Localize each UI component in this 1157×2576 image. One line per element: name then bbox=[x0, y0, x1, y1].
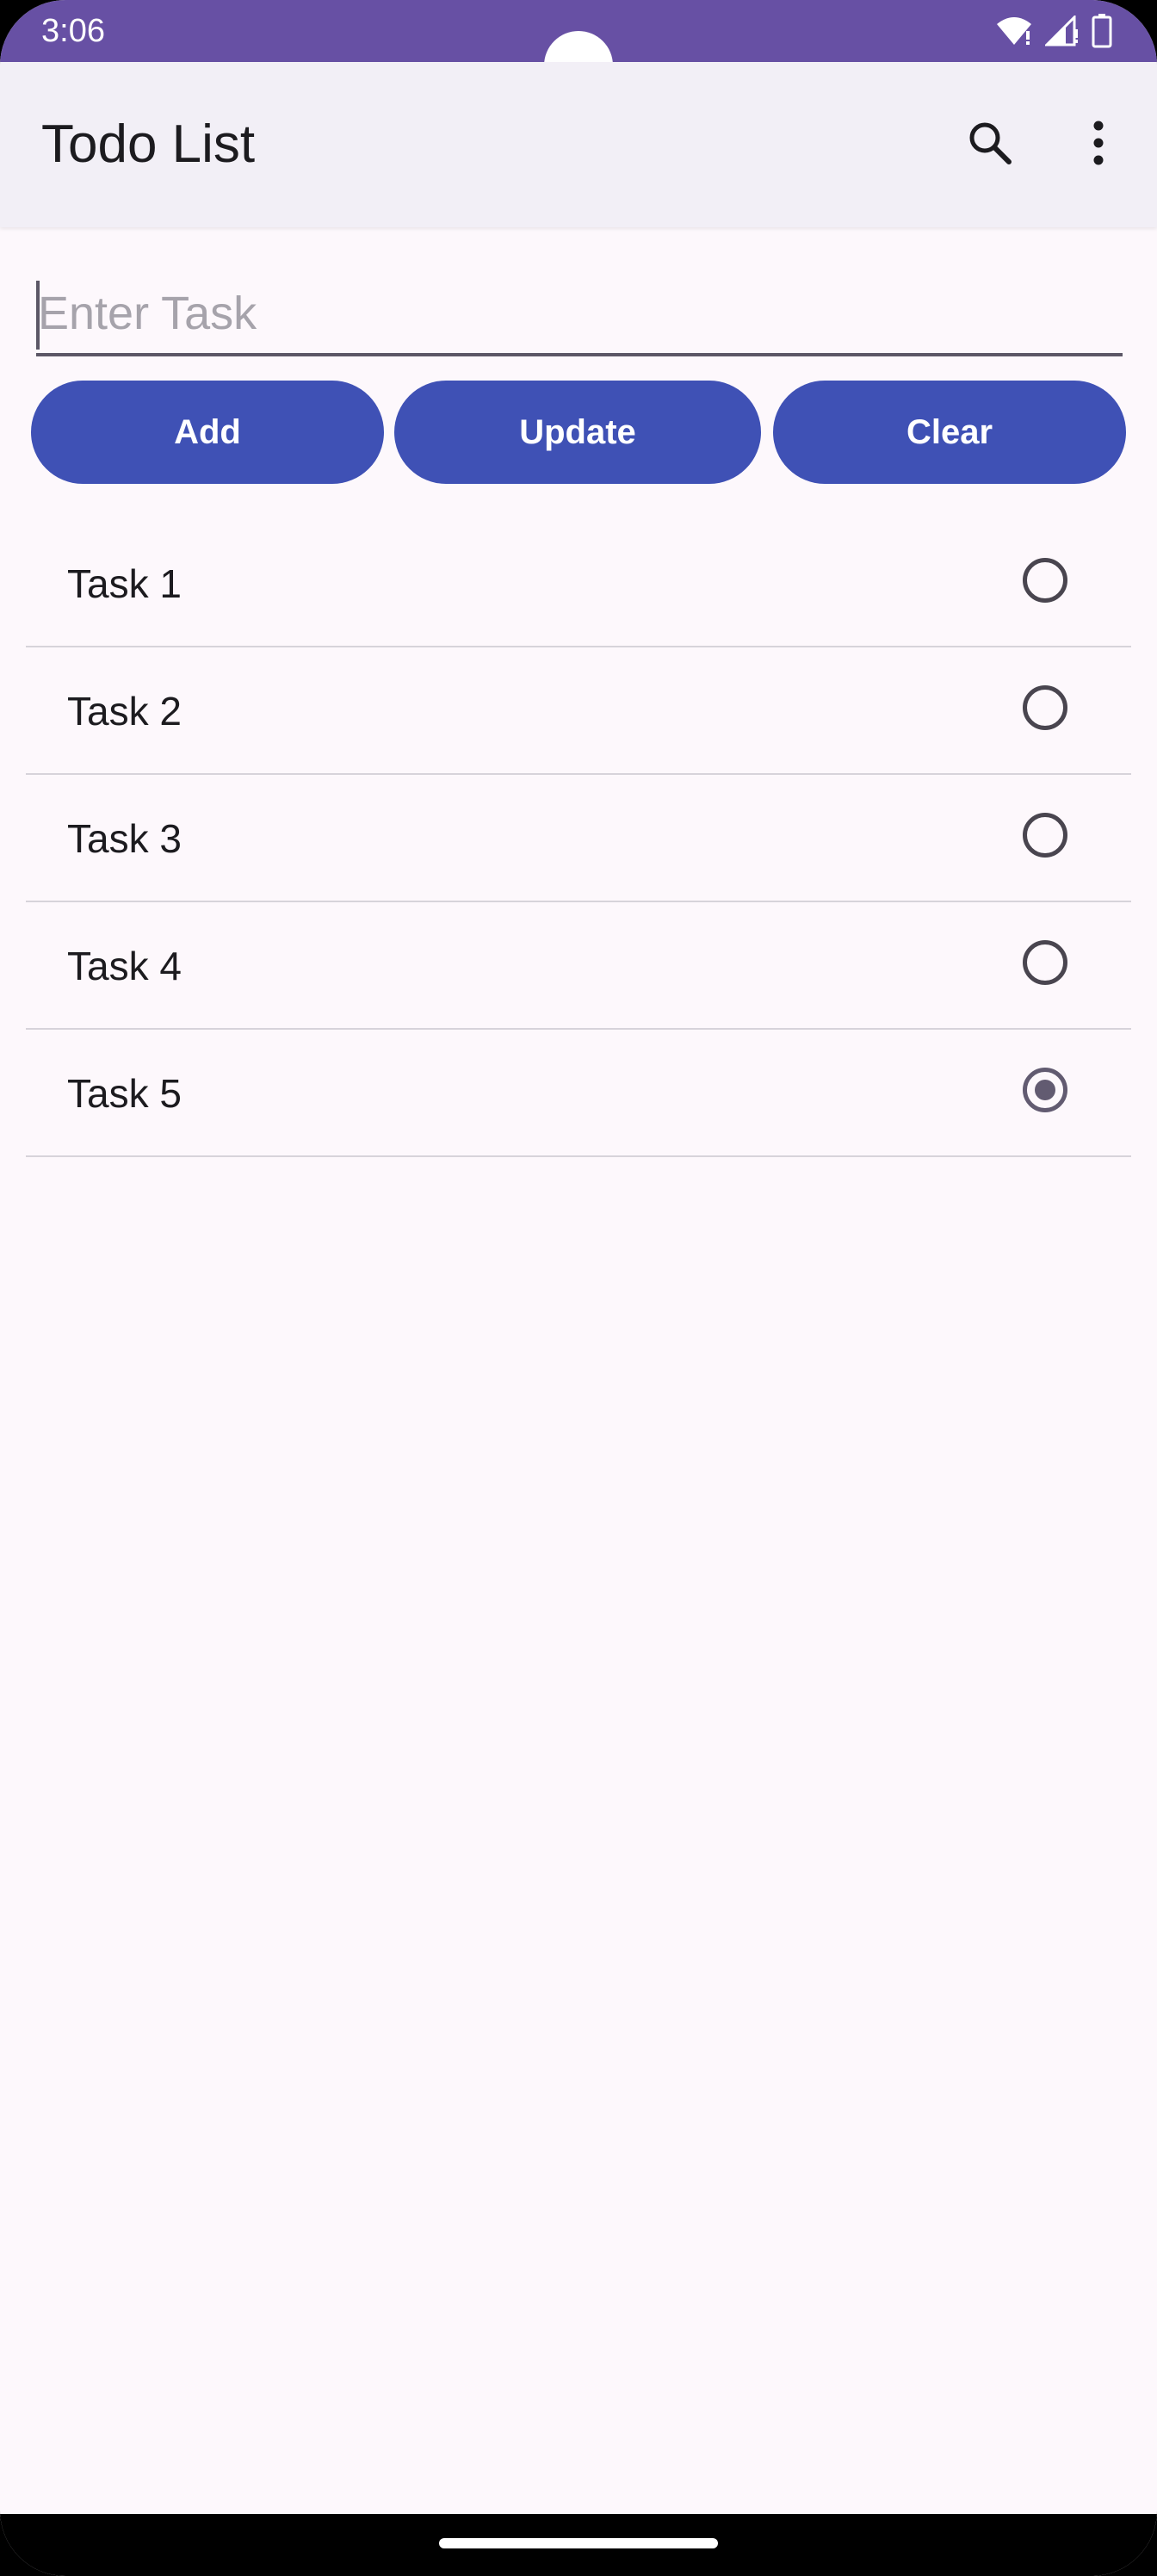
search-button[interactable] bbox=[952, 107, 1028, 183]
task-input-container bbox=[36, 274, 1123, 356]
list-item[interactable]: Task 5 bbox=[26, 1030, 1131, 1157]
list-item[interactable]: Task 2 bbox=[26, 647, 1131, 775]
update-button[interactable]: Update bbox=[394, 381, 761, 484]
task-label: Task 5 bbox=[67, 1071, 182, 1116]
page-title: Todo List bbox=[41, 115, 256, 174]
text-cursor bbox=[36, 281, 40, 350]
battery-icon bbox=[1092, 14, 1112, 48]
list-item[interactable]: Task 4 bbox=[26, 902, 1131, 1030]
task-label: Task 2 bbox=[67, 689, 182, 734]
phone-screen: 3:06 Todo List Enter Task Add Update Cle… bbox=[0, 0, 1157, 2576]
app-bar: Todo List bbox=[0, 62, 1157, 227]
list-item[interactable]: Task 3 bbox=[26, 775, 1131, 902]
radio-button-selected[interactable] bbox=[1023, 1068, 1067, 1112]
task-label: Task 3 bbox=[67, 816, 182, 861]
status-bar: 3:06 bbox=[0, 0, 1157, 100]
status-time: 3:06 bbox=[41, 13, 105, 49]
clear-button[interactable]: Clear bbox=[773, 381, 1126, 484]
list-item[interactable]: Task 1 bbox=[26, 520, 1131, 647]
status-icons bbox=[995, 12, 1112, 50]
search-icon bbox=[966, 119, 1014, 171]
task-label: Task 4 bbox=[67, 944, 182, 988]
more-vert-icon bbox=[1092, 119, 1105, 171]
radio-button[interactable] bbox=[1023, 685, 1067, 730]
radio-button[interactable] bbox=[1023, 940, 1067, 985]
task-list: Task 1 Task 2 Task 3 Task 4 Task 5 bbox=[26, 520, 1131, 1157]
add-button[interactable]: Add bbox=[31, 381, 384, 484]
radio-button[interactable] bbox=[1023, 558, 1067, 603]
task-label: Task 1 bbox=[67, 561, 182, 606]
signal-icon bbox=[1045, 15, 1080, 46]
task-input[interactable] bbox=[38, 277, 1114, 350]
more-options-button[interactable] bbox=[1061, 107, 1136, 183]
wifi-icon bbox=[995, 15, 1033, 46]
navigation-bar bbox=[0, 2514, 1157, 2576]
radio-button[interactable] bbox=[1023, 813, 1067, 858]
home-indicator[interactable] bbox=[439, 2538, 718, 2548]
